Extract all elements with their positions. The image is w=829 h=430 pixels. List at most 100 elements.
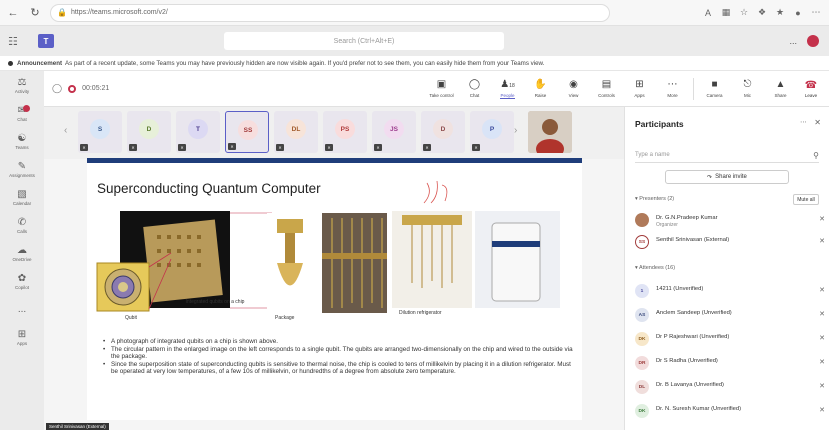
rail-item-copilot[interactable]: ✿ Copilot — [0, 267, 44, 295]
gallery-tile[interactable]: JS ✕ — [372, 111, 416, 153]
app-launcher-icon[interactable]: ☷ — [8, 35, 28, 48]
read-aloud-icon[interactable]: A — [700, 5, 716, 21]
gallery-tile[interactable]: SS ✕ — [225, 111, 269, 153]
mic-muted-icon: ✕ — [819, 407, 825, 414]
info-icon — [8, 60, 13, 66]
avatar[interactable] — [807, 35, 819, 47]
close-icon[interactable]: ✕ — [814, 118, 821, 127]
mic-muted-icon: ✕ — [472, 144, 480, 151]
controls-icon: ▤ — [601, 79, 612, 90]
camera-button[interactable]: ■ Camera — [698, 79, 731, 98]
search-input[interactable]: Search (Ctrl+Alt+E) — [224, 32, 504, 50]
rail-item-onedrive[interactable]: ☁ OneDrive — [0, 239, 44, 267]
mic-muted-icon: ✕ — [819, 359, 825, 366]
mute-all-button[interactable]: Mute all — [793, 194, 819, 205]
video-tile-self[interactable] — [528, 111, 572, 153]
avatar: P — [482, 119, 502, 139]
share-invite-button[interactable]: ↷ Share invite — [665, 170, 789, 184]
raise-hand-button[interactable]: ✋ Raise — [524, 79, 557, 98]
participant-row[interactable]: SS Senthil Srinivasan (External) ✕ — [635, 232, 825, 252]
participant-row[interactable]: AS Anclem Sandeep (Unverified) ✕ — [635, 305, 825, 325]
teams-icon: ☯ — [17, 132, 27, 144]
lock-icon: 🔒 — [57, 8, 67, 17]
mic-muted-icon: ✕ — [819, 311, 825, 318]
mic-muted-icon: ✕ — [129, 144, 137, 151]
rail-item-apps[interactable]: ⊞ Apps — [0, 323, 44, 351]
raise-hand-icon: ✋ — [534, 79, 547, 90]
phone-icon: ✆ — [17, 216, 27, 228]
mic-muted-icon: ✕ — [819, 238, 825, 245]
more-button[interactable]: ⋯ More — [656, 79, 689, 98]
leave-button[interactable]: ☎ Leave — [797, 80, 825, 98]
gallery-tile[interactable]: P ✕ — [470, 111, 514, 153]
more-icon: ⋯ — [667, 79, 678, 90]
participant-name: Anclem Sandeep (Unverified) — [656, 310, 732, 316]
chat-button[interactable]: ◯ Chat — [458, 79, 491, 98]
participant-row[interactable]: Dr. G.N.Pradeep Kumar Organizer ✕ — [635, 210, 825, 230]
take-control-button[interactable]: ▣ Take control — [425, 79, 458, 98]
share-button[interactable]: ▲ Share — [764, 79, 797, 98]
browser-more-icon[interactable]: ⋯ — [808, 5, 824, 21]
rail-item-calls[interactable]: ✆ Calls — [0, 211, 44, 239]
person-photo — [528, 111, 572, 153]
participant-row[interactable]: DK Dr. N. Suresh Kumar (Unverified) ✕ — [635, 401, 825, 421]
attendees-section-header[interactable]: ▾ Attendees (16) — [635, 265, 675, 271]
participant-row[interactable]: 1 14211 (Unverified) ✕ — [635, 281, 825, 301]
favorites-icon[interactable]: ★ — [772, 5, 788, 21]
favorite-icon[interactable]: ☆ — [736, 5, 752, 21]
settings-more-button[interactable]: ... — [789, 36, 797, 46]
more-icon: ... — [17, 303, 27, 315]
gallery-prev-icon[interactable]: ‹ — [64, 125, 67, 136]
presenters-section-header[interactable]: ▾ Presenters (2) — [635, 196, 674, 202]
participants-panel: Participants ⋯ ✕ Type a name ⚲ ↷ Share i… — [624, 107, 829, 430]
caption-chip: Integrated qubits on a chip — [185, 299, 245, 305]
copilot-icon: ✿ — [17, 272, 27, 284]
people-button[interactable]: ♟18 People — [491, 79, 524, 99]
app-rail: ⚖ Activity ✉ Chat ☯ Teams ✎ Assignments ▧ Cal… — [0, 71, 44, 430]
mic-muted-icon: ✕ — [325, 144, 333, 151]
rail-item-more[interactable]: ... — [0, 295, 44, 323]
participant-name: Dr. B Lavanya (Unverified) — [656, 382, 724, 388]
participant-search-input[interactable]: Type a name ⚲ — [635, 149, 819, 163]
gallery-tile[interactable]: S ✕ — [78, 111, 122, 153]
rail-item-activity[interactable]: ⚖ Activity — [0, 71, 44, 99]
teams-logo: T — [38, 34, 54, 48]
controls-button[interactable]: ▤ Controls — [590, 79, 623, 98]
avatar: DL — [286, 119, 306, 139]
app-icon[interactable]: ▦ — [718, 5, 734, 21]
shared-slide: Superconducting Quantum Computer Qubit I… — [87, 158, 582, 420]
back-icon[interactable]: ← — [4, 4, 22, 22]
participant-name: Dr. N. Suresh Kumar (Unverified) — [656, 406, 742, 412]
gallery-tile[interactable]: T ✕ — [176, 111, 220, 153]
announcement-title: Announcement — [17, 59, 63, 67]
gallery-next-icon[interactable]: › — [514, 125, 517, 136]
participant-row[interactable]: DR Dr S Radha (Unverified) ✕ — [635, 353, 825, 373]
rail-item-teams[interactable]: ☯ Teams — [0, 127, 44, 155]
apps-button[interactable]: ⊞ Apps — [623, 79, 656, 98]
camera-off-icon: ■ — [711, 79, 718, 90]
extensions-icon[interactable]: ❖ — [754, 5, 770, 21]
participant-row[interactable]: DK Dr P Rajeshwari (Unverified) ✕ — [635, 329, 825, 349]
caption-qubit: Qubit — [125, 315, 137, 321]
gallery-tile[interactable]: D ✕ — [127, 111, 171, 153]
address-bar[interactable]: 🔒 https://teams.microsoft.com/v2/ — [50, 3, 610, 22]
view-button[interactable]: ◉ View — [557, 79, 590, 98]
meeting-toolbar: ◯ 00:05:21 ▣ Take control ◯ Chat ♟18 People… — [44, 71, 829, 107]
gallery-tile[interactable]: D ✕ — [421, 111, 465, 153]
rail-item-calendar[interactable]: ▧ Calendar — [0, 183, 44, 211]
bullet-item: A photograph of integrated qubits on a c… — [103, 338, 575, 346]
participant-row[interactable]: DL Dr. B Lavanya (Unverified) ✕ — [635, 377, 825, 397]
profile-icon[interactable]: ● — [790, 5, 806, 21]
rail-item-chat[interactable]: ✉ Chat — [0, 99, 44, 127]
rail-item-assignments[interactable]: ✎ Assignments — [0, 155, 44, 183]
meeting-stage: ‹ S ✕ D ✕ T ✕ SS ✕ DL ✕ PS ✕ JS ✕ D ✕ P ✕ › Superconducti… — [44, 107, 624, 430]
panel-more-icon[interactable]: ⋯ — [800, 118, 807, 126]
refresh-icon[interactable]: ↻ — [26, 4, 44, 22]
gallery-tile[interactable]: DL ✕ — [274, 111, 318, 153]
gallery-tile[interactable]: PS ✕ — [323, 111, 367, 153]
mic-button[interactable]: ⎋ Mic — [731, 79, 764, 98]
apps-icon: ⊞ — [635, 79, 644, 90]
mic-muted-icon: ✕ — [819, 383, 825, 390]
participant-name: Dr. G.N.Pradeep Kumar — [656, 215, 718, 221]
mic-muted-icon: ✕ — [80, 144, 88, 151]
